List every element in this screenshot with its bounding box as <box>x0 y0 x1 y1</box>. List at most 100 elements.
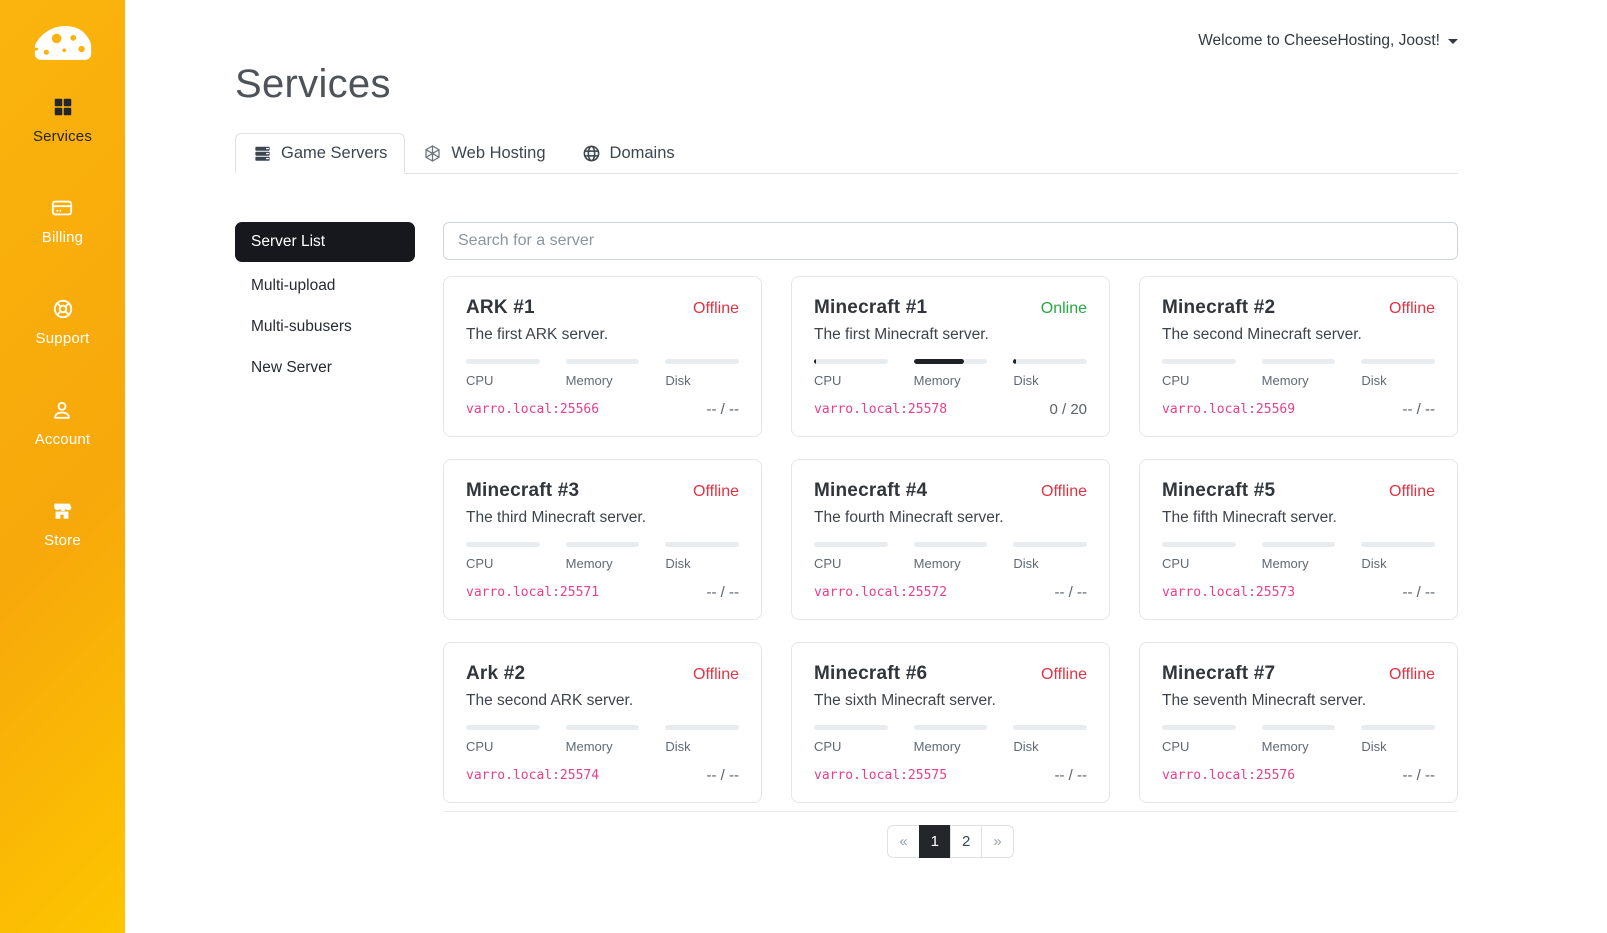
server-card[interactable]: Minecraft #6 Offline The sixth Minecraft… <box>791 642 1110 803</box>
memory-label: Memory <box>565 556 613 571</box>
cpu-label: CPU <box>814 739 842 754</box>
server-card[interactable]: Minecraft #5 Offline The fifth Minecraft… <box>1139 459 1458 620</box>
subnav-item-label: Multi-subusers <box>251 318 352 335</box>
tab[interactable]: Game Servers <box>235 133 406 174</box>
server-card[interactable]: Minecraft #7 Offline The seventh Minecra… <box>1139 642 1458 803</box>
memory-meter: Memory <box>913 359 988 388</box>
status-badge: Offline <box>1041 666 1087 683</box>
memory-label: Memory <box>1261 556 1309 571</box>
cpu-progressbar <box>1162 542 1236 547</box>
server-name: Minecraft #7 <box>1162 663 1276 684</box>
sidebar-item[interactable]: Store <box>44 500 81 549</box>
memory-progressbar <box>913 725 988 730</box>
cpu-meter: CPU <box>466 359 540 388</box>
memory-progressbar <box>913 542 988 547</box>
resource-meters: CPU Memory Disk <box>1162 725 1435 754</box>
pagination-page-button[interactable]: 2 <box>950 825 983 858</box>
cpu-progressbar <box>1162 725 1236 730</box>
cheese-logo <box>34 25 91 60</box>
status-badge: Offline <box>693 483 739 500</box>
cpu-label: CPU <box>1162 739 1190 754</box>
resource-meters: CPU Memory Disk <box>1162 542 1435 571</box>
sidebar-item-label: Support <box>35 330 90 347</box>
cpu-meter: CPU <box>1162 725 1236 754</box>
server-card[interactable]: Minecraft #1 Online The first Minecraft … <box>791 276 1110 437</box>
status-badge: Online <box>1040 300 1087 317</box>
disk-progressbar <box>1361 725 1435 730</box>
pagination-prev-button[interactable]: « <box>887 825 920 858</box>
tab[interactable]: Web Hosting <box>405 133 563 174</box>
cpu-label: CPU <box>814 373 842 388</box>
cpu-progressbar <box>466 542 540 547</box>
disk-progressbar <box>1013 542 1087 547</box>
memory-progressbar <box>565 542 640 547</box>
subnav-item[interactable]: Multi-subusers <box>235 308 415 346</box>
pagination-footer: « 1 2 » <box>443 811 1458 858</box>
server-address: varro.local:25572 <box>814 585 948 600</box>
disk-label: Disk <box>1361 373 1387 388</box>
resource-meters: CPU Memory Disk <box>814 542 1087 571</box>
memory-meter: Memory <box>1261 725 1336 754</box>
server-description: The first Minecraft server. <box>814 326 989 343</box>
memory-label: Memory <box>913 739 961 754</box>
memory-meter: Memory <box>1261 542 1336 571</box>
tab[interactable]: Domains <box>564 133 693 174</box>
disk-progressbar <box>1013 359 1087 364</box>
sidebar-item-label: Store <box>44 532 81 549</box>
user-menu[interactable]: Welcome to CheeseHosting, Joost! <box>1198 32 1458 50</box>
server-description: The first ARK server. <box>466 326 609 343</box>
disk-meter: Disk <box>1013 542 1087 571</box>
pagination-page-button[interactable]: 1 <box>918 825 951 858</box>
main-content: Welcome to CheeseHosting, Joost! Service… <box>125 0 1607 898</box>
subnav-item[interactable]: Multi-upload <box>235 267 415 305</box>
disk-label: Disk <box>1013 739 1039 754</box>
server-address: varro.local:25573 <box>1162 585 1296 600</box>
disk-label: Disk <box>665 739 691 754</box>
disk-meter: Disk <box>1361 359 1435 388</box>
server-card[interactable]: Minecraft #2 Offline The second Minecraf… <box>1139 276 1458 437</box>
subnav-item[interactable]: New Server <box>235 349 415 387</box>
sidebar-item[interactable]: Account <box>35 399 91 448</box>
server-card[interactable]: Minecraft #4 Offline The fourth Minecraf… <box>791 459 1110 620</box>
server-address: varro.local:25578 <box>814 402 948 417</box>
resource-meters: CPU Memory Disk <box>466 542 739 571</box>
sidebar-item[interactable]: Services <box>33 96 92 145</box>
server-address: varro.local:25576 <box>1162 768 1296 783</box>
memory-label: Memory <box>565 739 613 754</box>
player-count: -- / -- <box>1402 767 1435 784</box>
cpu-label: CPU <box>1162 373 1190 388</box>
server-card[interactable]: Minecraft #3 Offline The third Minecraft… <box>443 459 762 620</box>
credit-card-icon <box>52 200 73 216</box>
cpu-label: CPU <box>1162 556 1190 571</box>
tab-bar: Game Servers Web Hosting Domains <box>235 133 1458 174</box>
sidebar-item[interactable]: Billing <box>42 197 83 246</box>
resource-meters: CPU Memory Disk <box>814 359 1087 388</box>
memory-label: Memory <box>1261 739 1309 754</box>
subnav: Server List Multi-upload Multi-subusers … <box>235 222 415 858</box>
server-name: Minecraft #1 <box>814 297 928 318</box>
search-input[interactable] <box>443 222 1458 260</box>
server-address: varro.local:25569 <box>1162 402 1296 417</box>
disk-progressbar <box>1361 359 1435 364</box>
server-card[interactable]: ARK #1 Offline The first ARK server. CPU <box>443 276 762 437</box>
player-count: -- / -- <box>706 401 739 418</box>
cpu-meter: CPU <box>1162 542 1236 571</box>
pagination-next-button[interactable]: » <box>981 825 1014 858</box>
server-card[interactable]: Ark #2 Offline The second ARK server. CP… <box>443 642 762 803</box>
disk-label: Disk <box>1361 739 1387 754</box>
server-name: ARK #1 <box>466 297 535 318</box>
player-count: -- / -- <box>706 767 739 784</box>
memory-meter: Memory <box>565 725 640 754</box>
status-badge: Offline <box>1389 666 1435 683</box>
memory-meter: Memory <box>913 542 988 571</box>
disk-progressbar <box>1013 725 1087 730</box>
disk-label: Disk <box>1361 556 1387 571</box>
disk-meter: Disk <box>1361 542 1435 571</box>
disk-label: Disk <box>665 373 691 388</box>
status-badge: Offline <box>1041 483 1087 500</box>
sidebar-item[interactable]: Support <box>36 298 90 347</box>
player-count: -- / -- <box>706 584 739 601</box>
sidebar-item-label: Billing <box>41 229 84 246</box>
subnav-item[interactable]: Server List <box>235 222 415 262</box>
cpu-progressbar <box>1162 359 1236 364</box>
